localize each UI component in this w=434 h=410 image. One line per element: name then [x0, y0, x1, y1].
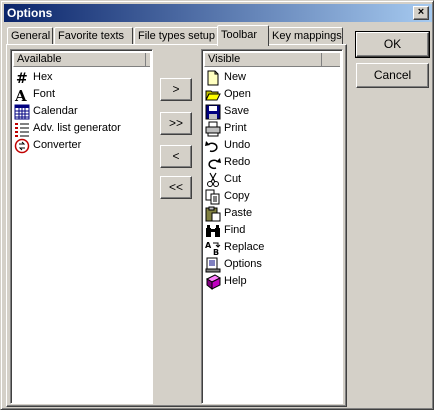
item-label: Open [224, 88, 251, 100]
undo-icon [205, 138, 221, 154]
tab-favorite-texts[interactable]: Favorite texts [54, 27, 133, 44]
item-label: Undo [224, 139, 251, 151]
list-item-replace[interactable]: AB Replace [205, 239, 339, 257]
list-item-options[interactable]: Options [205, 256, 339, 273]
visible-column-header[interactable]: Visible [205, 53, 322, 67]
header-filler [322, 53, 340, 67]
item-label: Redo [224, 156, 251, 168]
list-item-new[interactable]: New [205, 69, 339, 86]
close-button[interactable]: × [413, 6, 429, 20]
list-item-find[interactable]: Find [205, 222, 339, 239]
replace-icon: AB [205, 240, 221, 257]
binoculars-icon [205, 223, 221, 239]
item-label: Print [224, 122, 247, 134]
item-label: Cut [224, 173, 242, 185]
cancel-button[interactable]: Cancel [356, 63, 429, 88]
tab-label: Favorite texts [58, 30, 125, 42]
tab-general[interactable]: General [7, 27, 53, 44]
window-title: Options [7, 6, 53, 20]
item-label: Options [224, 258, 262, 270]
list-item-help[interactable]: Help [205, 273, 339, 290]
font-icon: A [14, 87, 30, 105]
item-label: Help [224, 275, 247, 287]
list-item-converter[interactable]: Converter [14, 137, 149, 154]
item-label: Converter [33, 139, 82, 151]
tab-file-types-setup[interactable]: File types setup [134, 27, 218, 44]
list-item-cut[interactable]: Cut [205, 171, 339, 188]
list-item-undo[interactable]: Undo [205, 137, 339, 154]
copy-icon [205, 189, 221, 205]
item-label: Copy [224, 190, 250, 202]
add-one-button[interactable]: > [160, 78, 192, 101]
open-folder-icon [205, 87, 221, 103]
redo-icon [205, 155, 221, 171]
ok-button[interactable]: OK [355, 31, 430, 58]
visible-listbox[interactable]: Visible New Open Save Print Undo Redo Cu… [201, 49, 343, 404]
title-bar[interactable]: Options × [4, 4, 432, 22]
available-listbox[interactable]: Available # Hex A Font Calendar Adv. lis… [10, 49, 153, 404]
tab-toolbar[interactable]: Toolbar [217, 25, 269, 46]
help-book-icon [205, 273, 222, 290]
hash-icon: # [14, 70, 30, 87]
item-label: Paste [224, 207, 253, 219]
options-dialog: Options × General Favorite texts File ty… [0, 0, 434, 410]
list-item-redo[interactable]: Redo [205, 154, 339, 171]
toolbar-tab-panel: Available # Hex A Font Calendar Adv. lis… [6, 44, 347, 407]
item-label: Save [224, 105, 250, 117]
remove-one-button[interactable]: < [160, 145, 192, 168]
svg-text:B: B [213, 248, 219, 256]
visible-items: New Open Save Print Undo Redo Cut Copy P… [205, 69, 339, 290]
list-item-font[interactable]: A Font [14, 86, 149, 105]
tab-label: File types setup [138, 30, 216, 42]
item-label: New [224, 71, 247, 83]
item-label: Replace [224, 241, 265, 253]
tab-key-mappings[interactable]: Key mappings [268, 27, 343, 44]
printer-icon [205, 121, 221, 137]
visible-header: Visible [204, 52, 340, 67]
svg-text:#: # [16, 71, 28, 86]
add-all-button[interactable]: >> [160, 112, 192, 135]
tab-label: Key mappings [272, 30, 342, 42]
remove-all-button[interactable]: << [160, 176, 192, 199]
list-item-calendar[interactable]: Calendar [14, 103, 149, 120]
converter-icon [14, 138, 30, 154]
scissors-icon [205, 172, 221, 188]
options-icon [205, 257, 221, 273]
available-column-header[interactable]: Available [14, 53, 146, 67]
calendar-icon [14, 104, 30, 120]
item-label: Font [33, 88, 56, 100]
svg-text:A: A [205, 241, 212, 250]
save-disk-icon [205, 104, 221, 120]
list-item-print[interactable]: Print [205, 120, 339, 137]
header-filler [146, 53, 150, 67]
item-label: Hex [33, 71, 53, 83]
list-item-hex[interactable]: # Hex [14, 69, 149, 87]
list-generator-icon [14, 121, 30, 137]
list-item-adv-list-generator[interactable]: Adv. list generator [14, 120, 149, 137]
new-document-icon [205, 70, 221, 86]
item-label: Calendar [33, 105, 78, 117]
close-icon: × [417, 6, 425, 18]
item-label: Find [224, 224, 246, 236]
tab-label: Toolbar [221, 29, 258, 41]
list-item-open[interactable]: Open [205, 86, 339, 103]
list-item-paste[interactable]: Paste [205, 205, 339, 222]
paste-icon [205, 206, 221, 222]
list-item-copy[interactable]: Copy [205, 188, 339, 205]
available-items: # Hex A Font Calendar Adv. list generato… [14, 69, 149, 154]
list-item-save[interactable]: Save [205, 103, 339, 120]
svg-text:A: A [14, 87, 27, 103]
tab-label: General [11, 30, 51, 42]
item-label: Adv. list generator [33, 122, 121, 134]
available-header: Available [13, 52, 150, 67]
